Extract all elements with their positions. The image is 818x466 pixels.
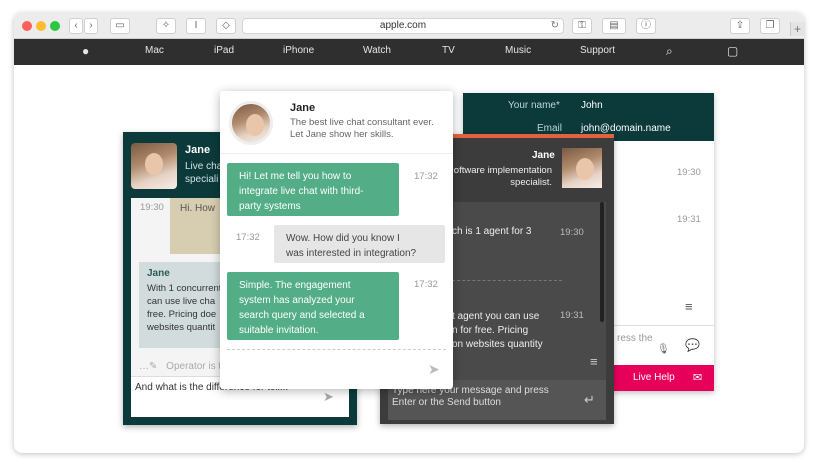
browser-toolbar: ‹ › ▭ ✧ I ◇ apple.com ↻ ⚿ ▤ ⓘ ⇪ ❐: [14, 13, 804, 39]
agent-message-bubble: Simple. The engagement system has analyz…: [227, 272, 399, 340]
privacy-icon[interactable]: ⚿: [572, 18, 592, 34]
header-divider: [220, 153, 453, 154]
minimize-window-button[interactable]: [36, 21, 46, 31]
message-time: 19:30: [677, 167, 701, 178]
enter-icon[interactable]: ↵: [584, 392, 595, 408]
forward-arrow-icon[interactable]: ›: [84, 18, 98, 34]
message-time: 19:31: [560, 310, 584, 321]
agent-avatar: [562, 148, 602, 188]
reply-text: With 1 concurrent can use live cha free.…: [147, 283, 222, 333]
input-hint: ress the: [617, 333, 653, 344]
nav-item-mac[interactable]: Mac: [145, 45, 164, 56]
live-help-label: Live Help: [633, 372, 675, 383]
agent-message-bubble: Hi! Let me tell you how to integrate liv…: [227, 163, 399, 216]
shield-icon[interactable]: ◇: [216, 18, 236, 34]
nav-item-watch[interactable]: Watch: [363, 45, 391, 56]
message-text: ch is 1 agent for 3: [452, 226, 532, 237]
input-divider: [227, 349, 446, 350]
chat-input[interactable]: ➤: [220, 351, 453, 389]
email-value[interactable]: john@domain.name: [581, 123, 671, 134]
agent-desc: The best live chat consultant ever. Let …: [290, 117, 434, 140]
site-nav: ● Mac iPad iPhone Watch TV Music Support…: [14, 39, 804, 65]
menu-icon[interactable]: ≡: [590, 354, 598, 369]
agent-name: Jane: [185, 144, 211, 156]
new-tab-icon[interactable]: +: [790, 22, 804, 36]
agent-name: Jane: [532, 150, 555, 161]
agent-avatar: [229, 101, 273, 145]
user-message-bubble: Wow. How did you know I was interested i…: [274, 225, 445, 263]
scrollbar[interactable]: [600, 202, 604, 322]
message-text: t agent you can use n for free. Pricing …: [452, 311, 543, 350]
apple-logo-icon[interactable]: ●: [82, 44, 89, 58]
reply-name: Jane: [147, 268, 170, 279]
back-arrow-icon[interactable]: ‹: [69, 18, 83, 34]
url-text: apple.com: [379, 20, 427, 31]
address-bar[interactable]: apple.com ↻: [242, 18, 564, 34]
divider: [452, 280, 562, 281]
message-time: 17:32: [236, 232, 260, 243]
zoom-window-button[interactable]: [50, 21, 60, 31]
microphone-icon[interactable]: 🎙: [657, 344, 670, 355]
message-time: 19:31: [677, 214, 701, 225]
chat-bubble-icon[interactable]: 💬: [685, 338, 700, 352]
nav-item-music[interactable]: Music: [505, 45, 531, 56]
reader-icon[interactable]: ▤: [602, 18, 626, 34]
name-value[interactable]: John: [581, 100, 603, 111]
agent-desc: oftware implementation specialist.: [453, 165, 552, 188]
send-icon[interactable]: ➤: [323, 389, 334, 405]
send-icon[interactable]: ➤: [428, 361, 440, 378]
message-text: Simple. The engagement system has analyz…: [239, 280, 365, 336]
input-area[interactable]: ress the 🎙 💬: [613, 325, 714, 365]
extension-icon[interactable]: ✧: [156, 18, 176, 34]
nav-item-support[interactable]: Support: [580, 45, 615, 56]
message-text: Hi! Let me tell you how to integrate liv…: [239, 171, 364, 212]
info-icon[interactable]: ⓘ: [636, 18, 656, 34]
email-label: Email: [537, 123, 563, 134]
nav-item-ipad[interactable]: iPad: [214, 45, 234, 56]
message-time: 19:30: [560, 227, 584, 238]
envelope-icon: ✉: [693, 372, 703, 384]
agent-avatar: [131, 143, 177, 189]
message-time: 17:32: [414, 279, 438, 290]
pencil-icon: …✎: [139, 361, 158, 372]
menu-icon[interactable]: ≡: [685, 299, 693, 314]
reply-bubble: Jane With 1 concurrent can use live cha …: [139, 262, 229, 348]
close-window-button[interactable]: [22, 21, 32, 31]
tabs-icon[interactable]: ❐: [760, 18, 780, 34]
reload-icon[interactable]: ↻: [551, 19, 559, 33]
nav-item-tv[interactable]: TV: [442, 45, 455, 56]
sidebar-icon[interactable]: ▭: [110, 18, 130, 34]
bag-icon[interactable]: ▢: [727, 44, 738, 58]
nav-item-iphone[interactable]: iPhone: [283, 45, 314, 56]
message-text: Wow. How did you know I was interested i…: [286, 233, 417, 259]
message-time: 19:30: [140, 202, 164, 213]
main-chat-widget: Jane The best live chat consultant ever.…: [220, 91, 453, 389]
message-text: Hi. How: [180, 203, 216, 214]
search-icon[interactable]: ⌕: [666, 44, 673, 59]
share-icon[interactable]: ⇪: [730, 18, 750, 34]
agent-name: Jane: [290, 102, 316, 114]
live-help-button[interactable]: Live Help ✉: [613, 365, 714, 391]
typing-indicator: …✎ Operator is typ: [139, 361, 232, 372]
cursor-icon[interactable]: I: [186, 18, 206, 34]
message-time: 17:32: [414, 171, 438, 182]
name-label: Your name*: [508, 100, 560, 111]
